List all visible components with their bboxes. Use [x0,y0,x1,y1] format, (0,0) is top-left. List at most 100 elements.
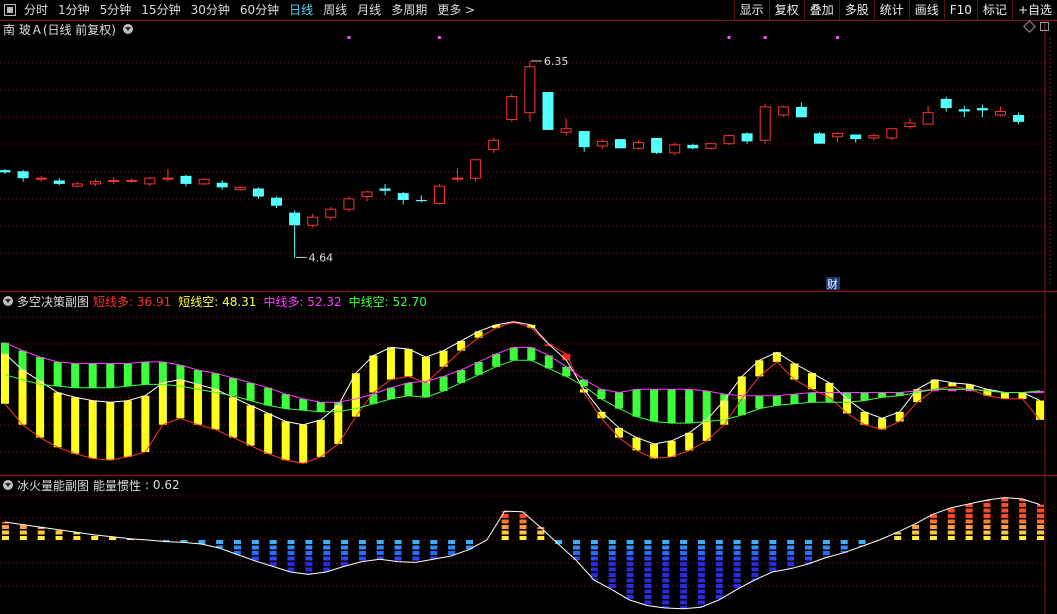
ice-cold-seg-13-1 [233,545,241,550]
dk-mid-bar-45 [790,394,799,404]
dk-mid-bar-24 [422,381,431,398]
candle-body-18 [325,208,337,218]
ice-cold-seg-40-5 [715,567,723,572]
dk-mid-bar-15 [264,387,273,406]
ice-cold-seg-44-2 [787,551,795,555]
main-chart-title: 南 玻Ａ(日线 前复权) [3,22,116,37]
ice-fire-seg-51-0 [912,536,920,540]
ice-cold-seg-36-7 [644,578,652,583]
ice-cold-seg-37-10 [662,595,670,599]
ice-cold-seg-40-7 [715,578,723,583]
ice-cold-seg-23-0 [412,540,420,544]
ice-cold-seg-19-0 [341,540,349,544]
ice-cold-seg-39-6 [697,573,705,577]
ice-cold-seg-34-6 [608,573,616,577]
ice-fire-seg-29-2 [519,525,527,529]
ice-cold-seg-38-1 [680,545,688,550]
ice-fire-seg-58-6 [1037,504,1044,507]
ice-cold-seg-25-1 [448,545,456,550]
dk-mid-bar-8 [141,361,150,385]
candle-body-45 [814,133,825,144]
candle-body-29 [524,66,536,114]
ice-cold-seg-23-3 [412,556,420,561]
ice-fire-seg-5-0 [91,536,99,540]
ice-cold-seg-35-7 [626,578,634,583]
dk-mid-bar-28 [492,353,501,367]
ice-cold-seg-35-4 [626,562,634,566]
ice-cold-seg-39-2 [697,551,705,555]
candle-body-40 [723,135,735,145]
ice-cold-seg-44-4 [787,562,795,566]
ice-cold-seg-21-2 [376,551,384,555]
ice-cold-seg-16-1 [287,545,295,550]
ice-fire-seg-57-6 [1019,503,1027,507]
ice-cold-seg-15-3 [269,556,277,561]
dk-mid-bar-14 [246,382,255,401]
ice-cold-seg-20-2 [358,551,366,555]
ice-fire-seg-51-2 [912,525,920,529]
ice-cold-seg-36-9 [644,589,652,594]
dk-legend: 短线多: 36.91 短线空: 48.31 中线多: 52.32 中线空: 52.70 [93,293,434,310]
ice-fire-seg-54-5 [965,508,973,513]
ice-fire-seg-52-1 [929,530,937,535]
square-icon[interactable] [1040,22,1049,31]
ice-cold-seg-17-4 [305,562,313,566]
ice-fire-seg-57-4 [1019,514,1027,518]
ice-cold-seg-36-3 [644,556,652,561]
candle-body-28 [506,96,518,121]
ice-fire-seg-55-2 [983,525,991,529]
candle-body-16 [289,212,301,226]
ice-cold-seg-16-3 [287,556,295,561]
dk-short-bar-15 [264,413,273,454]
ice-cold-seg-20-3 [358,556,366,561]
ice-fire-seg-2-0 [37,536,45,540]
candle-body-26 [470,159,482,179]
dk-mid-bar-35 [614,392,623,409]
ice-cold-seg-38-2 [680,551,688,555]
dk-legend-item-3: 中线空: 52.70 [348,294,427,309]
dk-mid-bar-16 [281,394,290,409]
ice-fire-seg-55-3 [983,519,991,524]
ice-cold-seg-24-1 [430,545,438,550]
dropdown-icon[interactable] [123,24,133,34]
candle-body-11 [198,178,210,185]
ice-cold-seg-33-1 [590,545,598,550]
dk-short-bar-5 [88,400,97,459]
ice-fire-seg-1-1 [19,530,27,535]
ice-cold-seg-23-2 [412,551,420,555]
ice-cold-seg-38-7 [680,578,688,583]
ice-fire-seg-0-1 [2,530,9,535]
ice-cold-seg-33-3 [590,556,598,561]
dk-mid-bar-26 [457,369,466,383]
ice-fire-seg-28-2 [501,525,509,529]
ice-fire-seg-57-1 [1019,530,1027,535]
ice-cold-seg-36-10 [644,595,652,599]
ice-fire-seg-57-5 [1019,508,1027,513]
ice-fire-seg-1-2 [19,525,27,529]
ice-fire-seg-58-0 [1037,536,1044,540]
candle-body-47 [850,134,862,140]
dk-dropdown-icon[interactable] [3,296,13,306]
ice-fire-seg-29-0 [519,536,527,540]
candle-body-22 [397,193,409,200]
dk-mid-bar-13 [229,378,238,396]
candle-body-2 [35,177,47,180]
ice-fire-seg-55-4 [983,514,991,518]
diamond-icon[interactable] [1023,20,1036,33]
candle-body-32 [578,131,590,148]
ice-cold-seg-35-1 [626,545,634,550]
ice-fire-seg-57-3 [1019,519,1027,524]
ice-dropdown-icon[interactable] [3,480,13,490]
ice-fire-seg-56-2 [1001,525,1009,529]
ice-fire-seg-53-2 [947,525,955,529]
ice-cold-seg-41-8 [733,584,741,588]
ice-cold-seg-38-9 [680,589,688,594]
dk-short-bar-39 [685,432,694,451]
ice-cold-seg-38-11 [680,600,688,605]
dk-mid-bar-2 [36,357,45,385]
ice-cold-seg-39-3 [697,556,705,561]
ice-fire-seg-3-0 [55,536,63,540]
ice-cold-seg-41-7 [733,578,741,583]
candle-body-33 [596,140,608,147]
ice-fire-seg-54-2 [965,525,973,529]
